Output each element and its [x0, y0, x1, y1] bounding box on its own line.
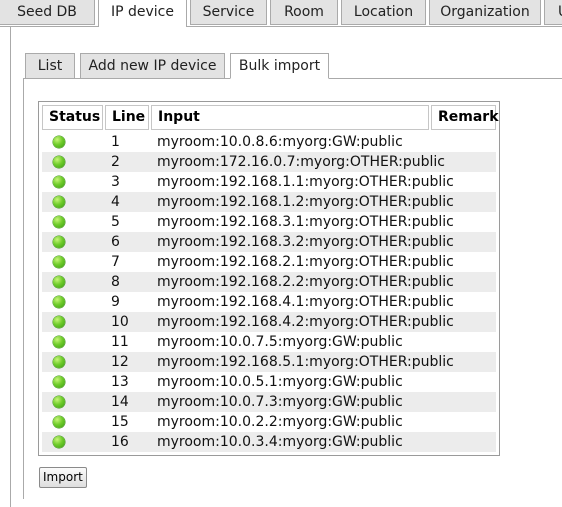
- table-row: 12 myroom:192.168.5.1:myorg:OTHER:public: [42, 352, 496, 372]
- row-input-text: myroom:10.0.2.2:myorg:GW:public: [157, 414, 403, 430]
- row-remark: [431, 132, 496, 152]
- table-row: 13 myroom:10.0.5.1:myorg:GW:public: [42, 372, 496, 392]
- tab-organization[interactable]: Organization: [429, 0, 541, 25]
- status-ok-icon: [53, 416, 65, 428]
- row-line-number: 4: [111, 194, 120, 210]
- tab-ip-device[interactable]: IP device: [98, 0, 187, 27]
- row-input-text: myroom:192.168.4.2:myorg:OTHER:public: [157, 314, 454, 330]
- table-row: 10 myroom:192.168.4.2:myorg:OTHER:public: [42, 312, 496, 332]
- row-remark: [431, 232, 496, 252]
- tab-bulk-import[interactable]: Bulk import: [230, 53, 329, 79]
- row-remark: [431, 372, 496, 392]
- table-row: 11 myroom:10.0.7.5:myorg:GW:public: [42, 332, 496, 352]
- row-remark: [431, 172, 496, 192]
- tab-add-new-ip-device[interactable]: Add new IP device: [80, 53, 225, 79]
- table-row: 1 myroom:10.0.8.6:myorg:GW:public: [42, 132, 496, 152]
- row-input-text: myroom:10.0.5.1:myorg:GW:public: [157, 374, 403, 390]
- row-remark: [431, 152, 496, 172]
- status-ok-icon: [53, 356, 65, 368]
- column-header-input: Input: [151, 105, 429, 130]
- status-ok-icon: [53, 436, 65, 448]
- status-ok-icon: [53, 196, 65, 208]
- table-row: 5 myroom:192.168.3.1:myorg:OTHER:public: [42, 212, 496, 232]
- row-line-number: 7: [111, 254, 120, 270]
- top-tab-bar: Seed DB IP device Service Room Location …: [0, 0, 562, 27]
- table-row: 15 myroom:10.0.2.2:myorg:GW:public: [42, 412, 496, 432]
- row-line-number: 12: [111, 354, 129, 370]
- row-line-number: 9: [111, 294, 120, 310]
- row-remark: [431, 352, 496, 372]
- row-line-number: 14: [111, 394, 129, 410]
- tab-overflow[interactable]: U: [544, 0, 562, 25]
- status-ok-icon: [53, 376, 65, 388]
- row-line-number: 15: [111, 414, 129, 430]
- status-ok-icon: [53, 216, 65, 228]
- row-remark: [431, 292, 496, 312]
- row-remark: [431, 392, 496, 412]
- tab-seed-db[interactable]: Seed DB: [0, 0, 95, 25]
- import-button[interactable]: Import: [39, 467, 87, 488]
- row-input-text: myroom:192.168.1.1:myorg:OTHER:public: [157, 174, 454, 190]
- row-line-number: 16: [111, 434, 129, 450]
- row-remark: [431, 312, 496, 332]
- row-remark: [431, 272, 496, 292]
- column-header-remark: Remark: [431, 105, 499, 130]
- row-line-number: 2: [111, 154, 120, 170]
- tab-list[interactable]: List: [25, 53, 75, 79]
- table-row: 14 myroom:10.0.7.3:myorg:GW:public: [42, 392, 496, 412]
- row-line-number: 5: [111, 214, 120, 230]
- row-input-text: myroom:192.168.4.1:myorg:OTHER:public: [157, 294, 454, 310]
- status-ok-icon: [53, 136, 65, 148]
- row-input-text: myroom:192.168.3.1:myorg:OTHER:public: [157, 214, 454, 230]
- row-input-text: myroom:192.168.2.2:myorg:OTHER:public: [157, 274, 454, 290]
- table-row: 16 myroom:10.0.3.4:myorg:GW:public: [42, 432, 496, 452]
- tab-service[interactable]: Service: [190, 0, 267, 25]
- row-remark: [431, 412, 496, 432]
- row-input-text: myroom:192.168.5.1:myorg:OTHER:public: [157, 354, 454, 370]
- row-line-number: 10: [111, 314, 129, 330]
- status-ok-icon: [53, 336, 65, 348]
- row-remark: [431, 252, 496, 272]
- row-input-text: myroom:172.16.0.7:myorg:OTHER:public: [157, 154, 445, 170]
- row-remark: [431, 332, 496, 352]
- status-ok-icon: [53, 256, 65, 268]
- row-input-text: myroom:10.0.8.6:myorg:GW:public: [157, 134, 403, 150]
- table-row: 8 myroom:192.168.2.2:myorg:OTHER:public: [42, 272, 496, 292]
- row-input-text: myroom:10.0.7.5:myorg:GW:public: [157, 334, 403, 350]
- status-ok-icon: [53, 176, 65, 188]
- table-row: 9 myroom:192.168.4.1:myorg:OTHER:public: [42, 292, 496, 312]
- status-ok-icon: [53, 236, 65, 248]
- bulk-import-result-table: Status Line Input Remark 1 myroom:10.0.8.…: [38, 101, 500, 456]
- tab-room[interactable]: Room: [270, 0, 338, 25]
- row-remark: [431, 212, 496, 232]
- status-ok-icon: [53, 316, 65, 328]
- row-line-number: 6: [111, 234, 120, 250]
- row-input-text: myroom:192.168.1.2:myorg:OTHER:public: [157, 194, 454, 210]
- row-line-number: 8: [111, 274, 120, 290]
- table-row: 4 myroom:192.168.1.2:myorg:OTHER:public: [42, 192, 496, 212]
- table-row: 7 myroom:192.168.2.1:myorg:OTHER:public: [42, 252, 496, 272]
- row-remark: [431, 432, 496, 452]
- row-line-number: 11: [111, 334, 129, 350]
- column-header-status: Status: [42, 105, 103, 130]
- table-row: 3 myroom:192.168.1.1:myorg:OTHER:public: [42, 172, 496, 192]
- row-remark: [431, 192, 496, 212]
- row-input-text: myroom:10.0.3.4:myorg:GW:public: [157, 434, 403, 450]
- table-row: 6 myroom:192.168.3.2:myorg:OTHER:public: [42, 232, 496, 252]
- row-input-text: myroom:10.0.7.3:myorg:GW:public: [157, 394, 403, 410]
- status-ok-icon: [53, 396, 65, 408]
- status-ok-icon: [53, 156, 65, 168]
- row-input-text: myroom:192.168.2.1:myorg:OTHER:public: [157, 254, 454, 270]
- tab-location[interactable]: Location: [341, 0, 426, 25]
- table-header: Status Line Input Remark: [42, 105, 499, 130]
- status-ok-icon: [53, 296, 65, 308]
- column-header-line: Line: [105, 105, 149, 130]
- status-ok-icon: [53, 276, 65, 288]
- table-row: 2 myroom:172.16.0.7:myorg:OTHER:public: [42, 152, 496, 172]
- row-input-text: myroom:192.168.3.2:myorg:OTHER:public: [157, 234, 454, 250]
- row-line-number: 13: [111, 374, 129, 390]
- row-line-number: 3: [111, 174, 120, 190]
- row-line-number: 1: [111, 134, 120, 150]
